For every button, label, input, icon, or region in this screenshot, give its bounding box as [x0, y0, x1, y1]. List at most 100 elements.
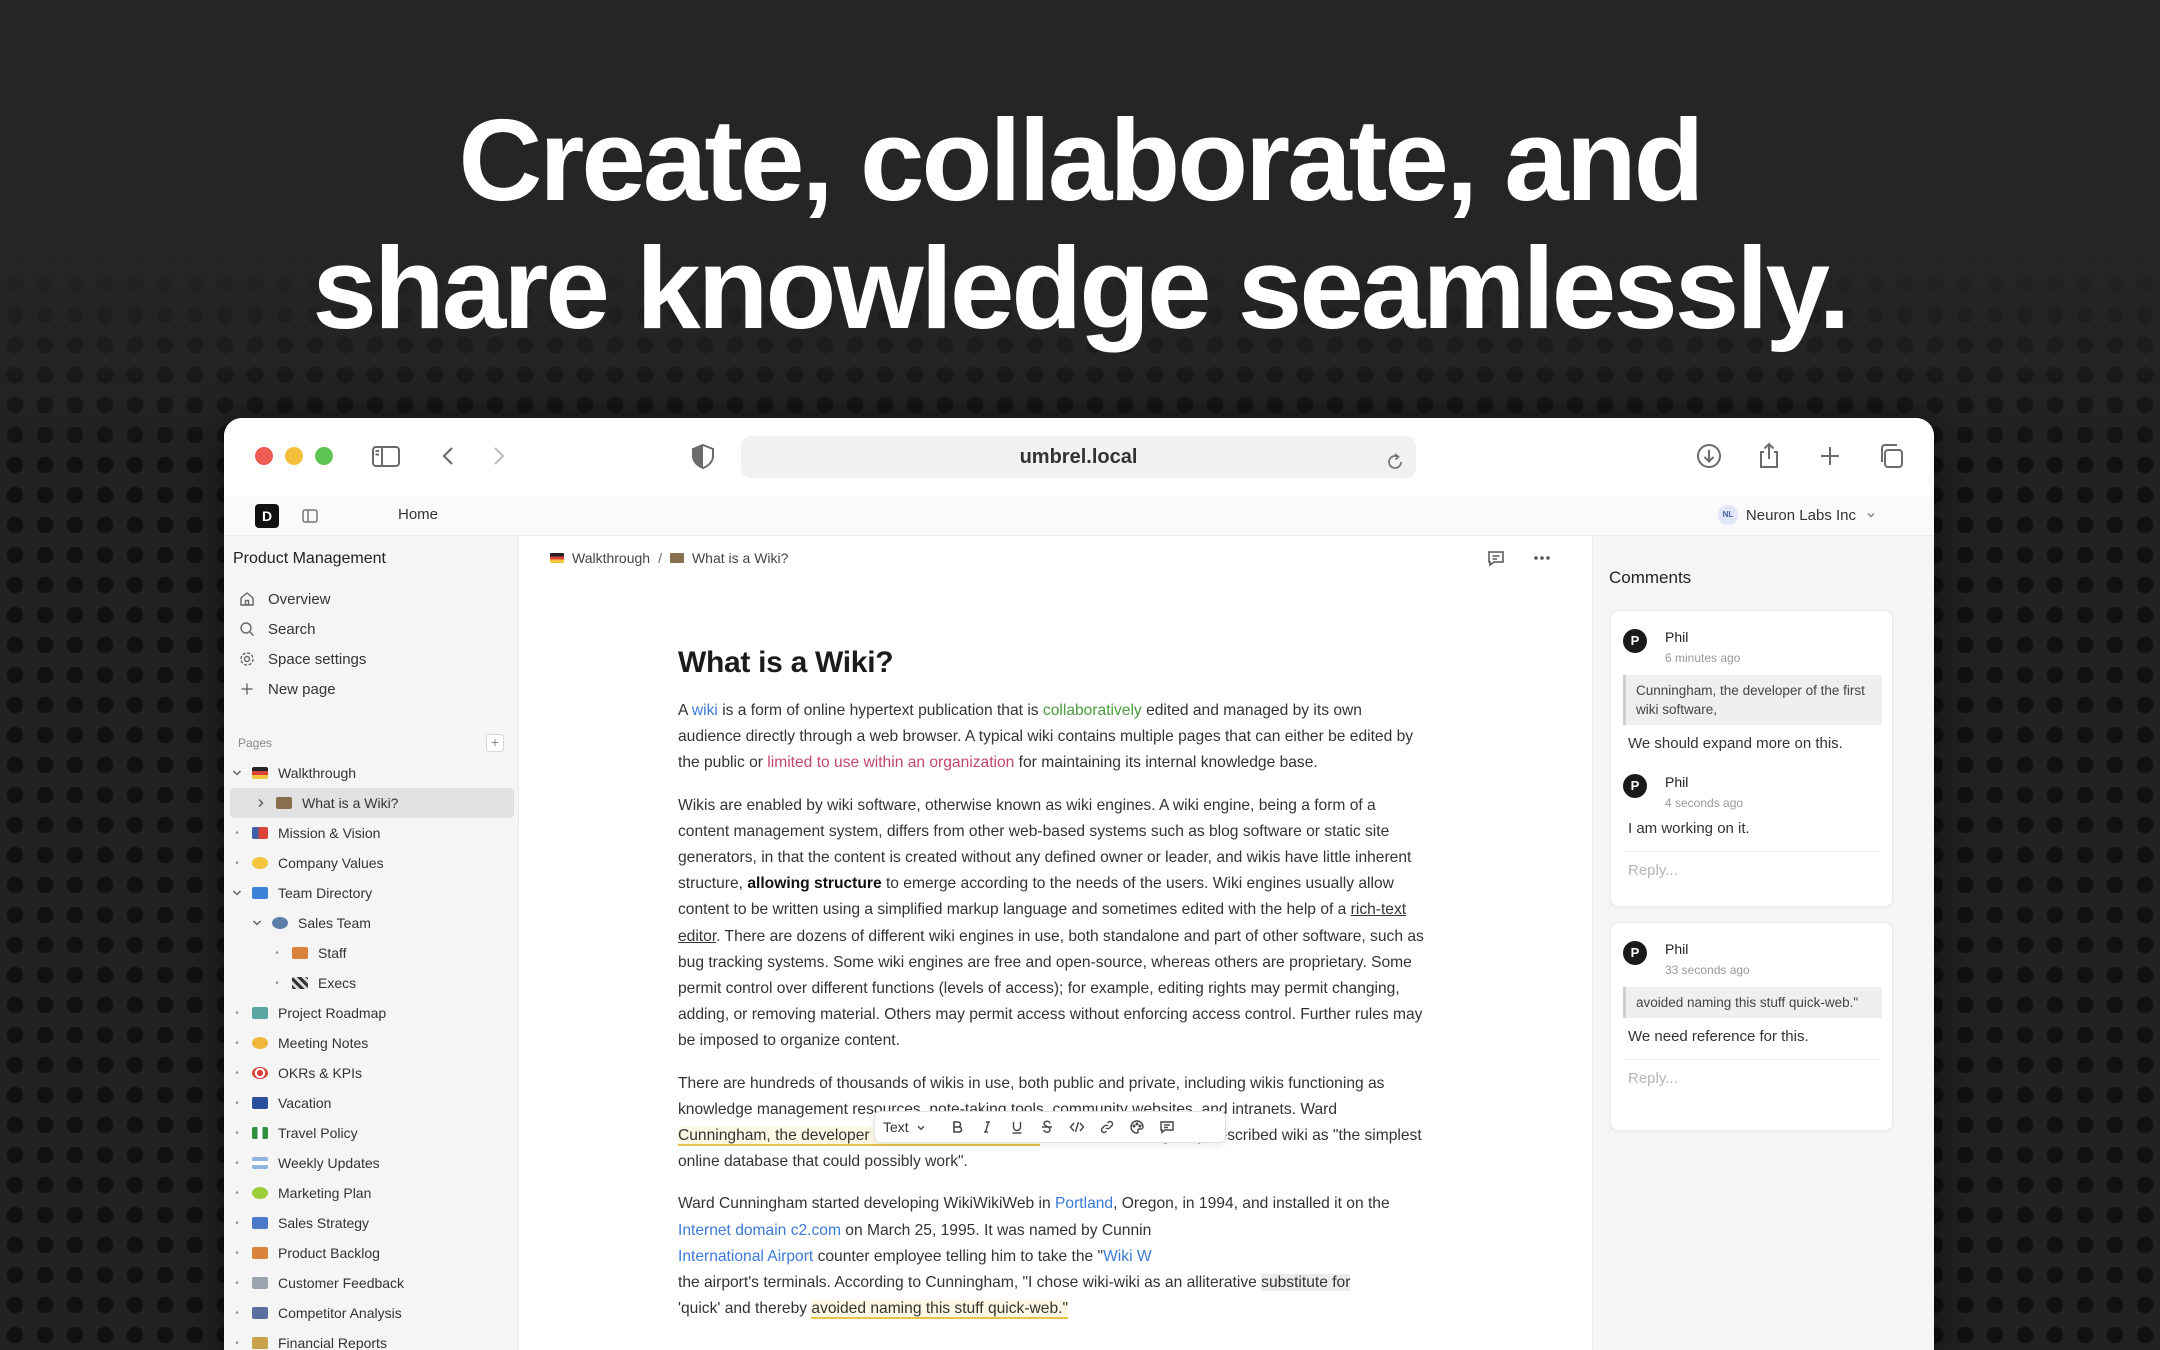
code-icon[interactable]: [1069, 1119, 1085, 1135]
close-window-button[interactable]: [255, 447, 273, 465]
bold-icon[interactable]: [949, 1119, 965, 1135]
sidebar-item-new-page[interactable]: New page: [234, 674, 504, 704]
page-tree-item[interactable]: • Project Roadmap: [230, 998, 514, 1028]
address-bar[interactable]: umbrel.local: [741, 436, 1416, 478]
commented-highlight[interactable]: avoided naming this stuff quick-web.": [811, 1300, 1069, 1320]
sidebar-item-overview[interactable]: Overview: [234, 584, 504, 614]
page-label: What is a Wiki?: [302, 795, 399, 811]
page-tree-item[interactable]: • Weekly Updates: [230, 1148, 514, 1178]
reply-input[interactable]: Reply...: [1623, 851, 1880, 893]
sidebar-item-space-settings[interactable]: Space settings: [234, 644, 504, 674]
forward-icon[interactable]: [480, 438, 516, 474]
home-link[interactable]: Home: [398, 506, 438, 523]
page-tree-item[interactable]: • Competitor Analysis: [230, 1298, 514, 1328]
bullet-icon: •: [235, 1247, 239, 1259]
paragraph[interactable]: Wikis are enabled by wiki software, othe…: [678, 793, 1428, 1055]
page-tree-item[interactable]: • Financial Reports: [230, 1328, 514, 1350]
format-toolbar: Text: [874, 1111, 1226, 1143]
page-tree-item[interactable]: Sales Team: [230, 908, 514, 938]
page-tree-item[interactable]: • Marketing Plan: [230, 1178, 514, 1208]
block-type-select[interactable]: Text: [883, 1119, 927, 1135]
page-label: Weekly Updates: [278, 1155, 380, 1171]
link-icon[interactable]: [1099, 1119, 1115, 1135]
strikethrough-icon[interactable]: [1039, 1119, 1055, 1135]
tabs-overview-icon[interactable]: [1873, 438, 1909, 474]
chevron-down-icon[interactable]: [230, 766, 244, 780]
domain-link[interactable]: Internet domain c2.com: [678, 1222, 841, 1239]
new-tab-icon[interactable]: [1812, 438, 1848, 474]
page-tree-item[interactable]: • Company Values: [230, 848, 514, 878]
page-label: Project Roadmap: [278, 1005, 387, 1021]
document-title[interactable]: What is a Wiki?: [678, 646, 1428, 680]
color-palette-icon[interactable]: [1129, 1119, 1145, 1135]
page-tree-item[interactable]: • Vacation: [230, 1088, 514, 1118]
gear-icon: [238, 650, 256, 668]
page-tree-item[interactable]: • Travel Policy: [230, 1118, 514, 1148]
strategy-icon: [252, 1217, 268, 1229]
comment-quote[interactable]: Cunningham, the developer of the first w…: [1623, 675, 1882, 725]
page-label: Travel Policy: [278, 1125, 358, 1141]
page-tree-item[interactable]: • Execs: [230, 968, 514, 998]
more-options-icon[interactable]: [1532, 548, 1552, 568]
portland-link[interactable]: Portland: [1055, 1195, 1113, 1212]
add-page-button[interactable]: +: [486, 734, 504, 752]
page-tree-item[interactable]: • Mission & Vision: [230, 818, 514, 848]
app-logo[interactable]: D: [255, 504, 279, 528]
page-tree-item[interactable]: • Sales Strategy: [230, 1208, 514, 1238]
wiki-link[interactable]: wiki: [692, 702, 718, 719]
underline-icon[interactable]: [1009, 1119, 1025, 1135]
wiki-wiki-link[interactable]: Wiki W: [1103, 1248, 1152, 1265]
bullet-icon: •: [235, 1097, 239, 1109]
reply-input[interactable]: Reply...: [1623, 1059, 1880, 1101]
checkered-flag-icon: [292, 977, 308, 989]
back-icon[interactable]: [431, 438, 467, 474]
page-tree-item-selected[interactable]: What is a Wiki?: [230, 788, 514, 818]
chevron-down-icon[interactable]: [230, 886, 244, 900]
share-icon[interactable]: [1751, 438, 1787, 474]
page-tree-item[interactable]: • Meeting Notes: [230, 1028, 514, 1058]
comment-quote[interactable]: avoided naming this stuff quick-web.": [1623, 987, 1882, 1018]
space-title[interactable]: Product Management: [233, 550, 386, 568]
page-label: Mission & Vision: [278, 825, 381, 841]
sidebar-icon[interactable]: [368, 438, 404, 474]
zoom-window-button[interactable]: [315, 447, 333, 465]
chevron-right-icon[interactable]: [254, 796, 268, 810]
breadcrumb-parent[interactable]: Walkthrough: [572, 550, 650, 566]
add-comment-icon[interactable]: [1159, 1119, 1175, 1135]
chevron-down-icon: [915, 1121, 927, 1133]
shield-icon[interactable]: [685, 438, 721, 474]
document-body[interactable]: What is a Wiki? A wiki is a form of onli…: [678, 646, 1428, 1338]
selected-text[interactable]: substitute for: [1261, 1274, 1351, 1292]
page-tree-item[interactable]: Team Directory: [230, 878, 514, 908]
reload-icon[interactable]: [1384, 446, 1406, 469]
page-tree-item[interactable]: • Product Backlog: [230, 1238, 514, 1268]
page-tree-item[interactable]: • Customer Feedback: [230, 1268, 514, 1298]
sidebar-toggle-icon[interactable]: [300, 506, 320, 526]
airport-link[interactable]: International Airport: [678, 1248, 813, 1265]
paragraph[interactable]: A wiki is a form of online hypertext pub…: [678, 698, 1428, 777]
page-tree-item[interactable]: Walkthrough: [230, 758, 514, 788]
page-tree-item[interactable]: • Staff: [230, 938, 514, 968]
workspace-switcher[interactable]: NL Neuron Labs Inc: [1717, 505, 1878, 525]
chevron-down-icon[interactable]: [250, 916, 264, 930]
breadcrumb-current[interactable]: What is a Wiki?: [692, 550, 788, 566]
map-icon: [252, 1007, 268, 1019]
download-icon[interactable]: [1691, 438, 1727, 474]
comment-timestamp: 33 seconds ago: [1665, 963, 1750, 977]
minimize-window-button[interactable]: [285, 447, 303, 465]
comment-icon[interactable]: [1486, 548, 1506, 568]
pen-icon: [252, 1307, 268, 1319]
paragraph[interactable]: Ward Cunningham started developing WikiW…: [678, 1191, 1428, 1322]
sidebar-item-search[interactable]: Search: [234, 614, 504, 644]
italic-icon[interactable]: [979, 1119, 995, 1135]
workspace-name: Neuron Labs Inc: [1745, 506, 1856, 524]
page-label: Product Backlog: [278, 1245, 380, 1261]
collaboratively-link[interactable]: collaboratively: [1043, 702, 1142, 719]
page-label: Meeting Notes: [278, 1035, 369, 1051]
page-label: Company Values: [278, 855, 384, 871]
headline-line-2: share knowledge seamlessly.: [312, 223, 1850, 353]
block-type-label: Text: [883, 1119, 909, 1135]
page-tree-item[interactable]: • OKRs & KPIs: [230, 1058, 514, 1088]
organization-link[interactable]: limited to use within an organization: [767, 754, 1014, 771]
flag-germany-icon: [252, 767, 268, 779]
